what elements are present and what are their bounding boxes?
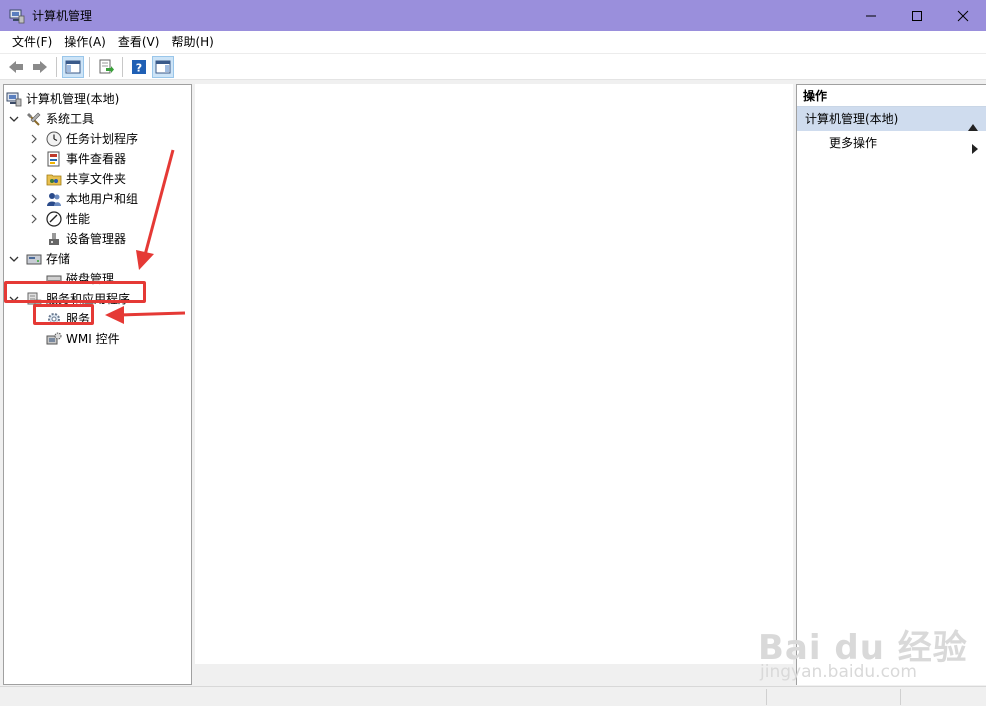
- menu-bar: 文件(F) 操作(A) 查看(V) 帮助(H): [0, 31, 986, 54]
- device-manager-icon: [46, 231, 62, 247]
- tree-label: 任务计划程序: [66, 132, 139, 146]
- actions-section-computer-management[interactable]: 计算机管理(本地): [797, 107, 986, 131]
- tree-item-wmi-control[interactable]: WMI 控件: [46, 329, 120, 349]
- tree-item-local-users[interactable]: 本地用户和组: [28, 189, 138, 209]
- show-hide-action-pane-button[interactable]: [152, 55, 174, 78]
- tree-label: 性能: [66, 212, 91, 226]
- actions-header: 操作: [797, 85, 986, 107]
- chevron-down-icon[interactable]: [8, 249, 20, 269]
- tree-item-root[interactable]: 计算机管理(本地): [6, 89, 119, 109]
- actions-pane: 操作 计算机管理(本地) 更多操作: [796, 84, 986, 685]
- annotation-box-services: [33, 304, 94, 325]
- tree-label: 本地用户和组: [66, 192, 139, 206]
- tree-item-device-manager[interactable]: 设备管理器: [46, 229, 126, 249]
- chevron-right-icon[interactable]: [28, 129, 40, 149]
- tree-item-task-scheduler[interactable]: 任务计划程序: [28, 129, 138, 149]
- tree-label: 系统工具: [46, 112, 95, 126]
- tree-item-performance[interactable]: 性能: [28, 209, 90, 229]
- minimize-button[interactable]: [848, 0, 894, 31]
- watermark-url: jingyan.baidu.com: [760, 662, 917, 682]
- tools-icon: [26, 111, 42, 127]
- title-bar: 计算机管理: [0, 0, 986, 31]
- users-icon: [46, 191, 62, 207]
- tree-item-event-viewer[interactable]: 事件查看器: [28, 149, 126, 169]
- status-segment: [900, 689, 986, 705]
- menu-view[interactable]: 查看(V): [112, 31, 166, 54]
- performance-icon: [46, 211, 62, 227]
- forward-arrow-icon: [33, 60, 47, 73]
- tree-item-system-tools[interactable]: 系统工具: [8, 109, 94, 129]
- tree-label: 存储: [46, 252, 71, 266]
- maximize-icon: [912, 10, 922, 21]
- actions-section-label: 计算机管理(本地): [805, 112, 899, 126]
- computer-management-icon: [6, 91, 22, 107]
- console-tree[interactable]: 计算机管理(本地) 系统工具 任务计划程序 事件查看器 共享文件夹 本地用户和组: [3, 84, 192, 685]
- maximize-button[interactable]: [894, 0, 940, 31]
- chevron-down-icon[interactable]: [8, 109, 20, 129]
- chevron-right-icon[interactable]: [28, 209, 40, 229]
- wmi-control-icon: [46, 331, 62, 347]
- chevron-right-icon[interactable]: [28, 189, 40, 209]
- toolbar-separator: [122, 56, 123, 77]
- show-hide-action-pane-icon: [155, 60, 171, 73]
- export-list-icon: [99, 59, 114, 73]
- chevron-right-icon[interactable]: [28, 149, 40, 169]
- menu-action[interactable]: 操作(A): [58, 31, 112, 54]
- storage-icon: [26, 251, 42, 267]
- forward-button[interactable]: [29, 56, 51, 78]
- toolbar-separator: [89, 56, 90, 77]
- tree-item-shared-folders[interactable]: 共享文件夹: [28, 169, 126, 189]
- toolbar: ?: [0, 54, 986, 80]
- tree-label: 共享文件夹: [66, 172, 127, 186]
- menu-file[interactable]: 文件(F): [6, 31, 58, 54]
- tree-item-storage[interactable]: 存储: [8, 249, 70, 269]
- window-title: 计算机管理: [32, 9, 93, 23]
- menu-help[interactable]: 帮助(H): [165, 31, 219, 54]
- help-button[interactable]: ?: [128, 56, 150, 78]
- minimize-icon: [866, 15, 876, 16]
- computer-management-icon: [9, 8, 25, 24]
- tree-label: WMI 控件: [66, 332, 120, 346]
- more-actions-item[interactable]: 更多操作: [797, 131, 986, 155]
- workspace: 计算机管理(本地) 系统工具 任务计划程序 事件查看器 共享文件夹 本地用户和组: [0, 80, 986, 686]
- status-segment: [766, 689, 901, 705]
- back-arrow-icon: [9, 60, 23, 73]
- svg-text:?: ?: [136, 61, 142, 74]
- close-button[interactable]: [940, 0, 986, 31]
- tree-label: 事件查看器: [66, 152, 127, 166]
- shared-folder-icon: [46, 171, 62, 187]
- clock-icon: [46, 131, 62, 147]
- content-pane[interactable]: [195, 84, 793, 664]
- tree-label: 设备管理器: [66, 232, 127, 246]
- show-hide-console-tree-button[interactable]: [62, 55, 84, 78]
- status-bar: [0, 686, 986, 706]
- close-icon: [957, 10, 969, 21]
- toolbar-separator: [56, 56, 57, 77]
- help-icon: ?: [132, 59, 146, 74]
- annotation-box-services-and-applications: [4, 281, 146, 303]
- tree-label: 计算机管理(本地): [26, 92, 120, 106]
- chevron-right-icon[interactable]: [28, 169, 40, 189]
- back-button[interactable]: [5, 56, 27, 78]
- submenu-arrow-icon: [972, 138, 978, 162]
- more-actions-label: 更多操作: [829, 136, 878, 150]
- export-list-button[interactable]: [95, 56, 117, 78]
- event-log-icon: [46, 151, 62, 167]
- show-hide-console-tree-icon: [65, 60, 81, 73]
